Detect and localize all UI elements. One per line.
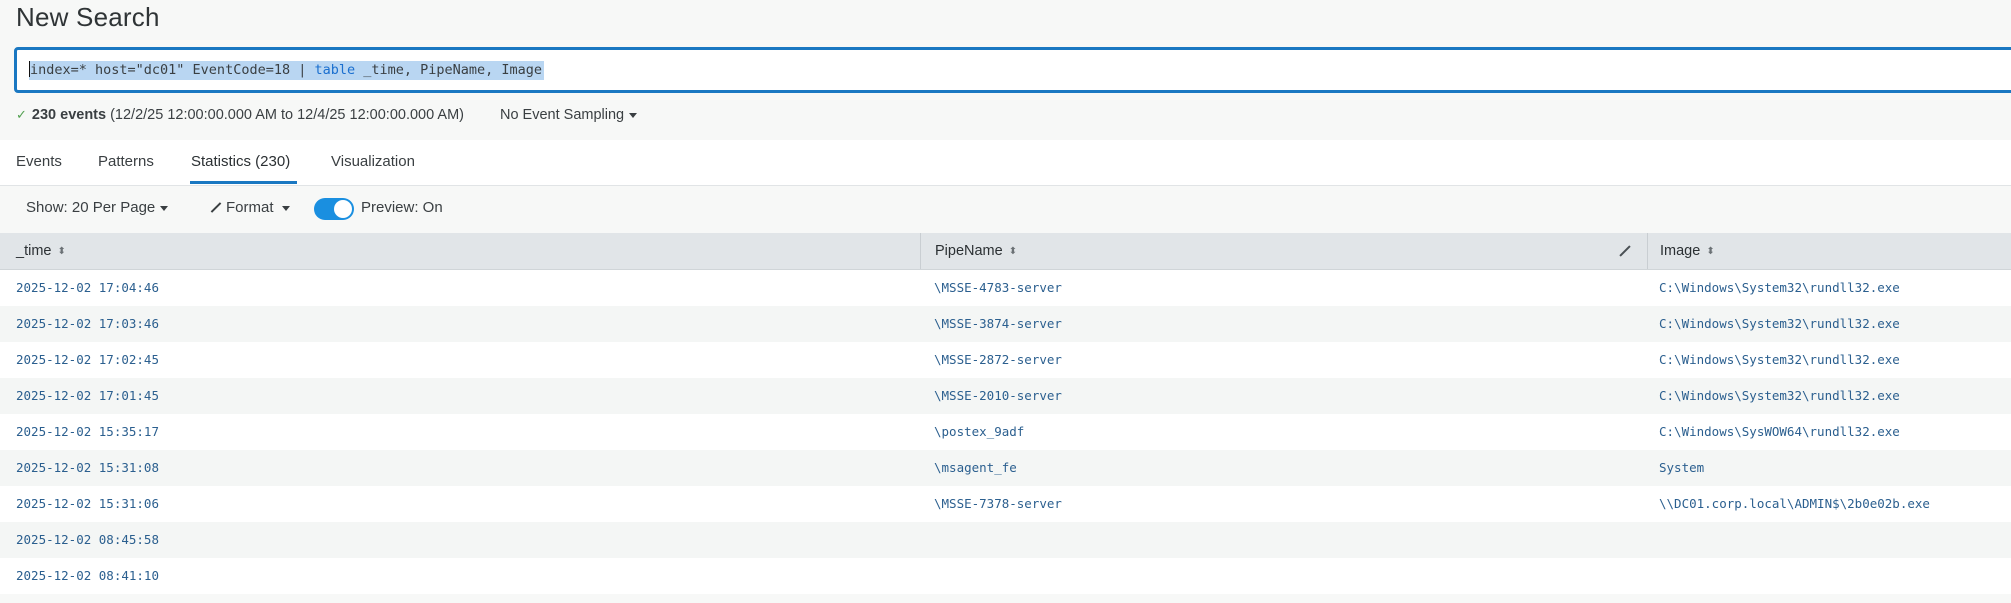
pencil-icon xyxy=(210,202,221,213)
cell-time[interactable]: 2025-12-02 08:45:58 xyxy=(16,522,159,558)
sort-icon: ⬍ xyxy=(1008,245,1018,257)
table-row: 2025-12-02 08:45:58 xyxy=(0,522,2011,558)
table-row: 2025-12-02 17:04:46 \MSSE-4783-server C:\W… xyxy=(0,270,2011,306)
cell-time[interactable]: 2025-12-02 15:35:17 xyxy=(16,414,159,450)
cell-image[interactable]: C:\Windows\System32\rundll32.exe xyxy=(1659,270,1900,306)
table-header: _time ⬍ PipeName ⬍ Image ⬍ xyxy=(0,233,2011,270)
search-bar[interactable]: index=* host="dc01" EventCode=18 | table… xyxy=(14,47,2011,93)
sort-icon: ⬍ xyxy=(1706,245,1715,257)
sort-icon: ⬍ xyxy=(57,245,66,257)
cell-time[interactable]: 2025-12-02 17:02:45 xyxy=(16,342,159,378)
show-per-page-label: Show: 20 Per Page xyxy=(26,199,156,216)
chevron-down-icon xyxy=(281,205,290,211)
table-row: 2025-12-02 17:01:45 \MSSE-2010-server C:\W… xyxy=(0,378,2011,414)
cell-time[interactable]: 2025-12-02 15:31:06 xyxy=(16,486,159,522)
preview-label: Preview: On xyxy=(361,199,443,216)
tab-patterns[interactable]: Patterns xyxy=(98,153,154,170)
table-row: 2025-12-02 17:03:46 \MSSE-3874-server C:\W… xyxy=(0,306,2011,342)
page-title: New Search xyxy=(16,2,160,32)
format-dropdown[interactable]: Format xyxy=(210,199,290,216)
table-row: 2025-12-02 15:31:08 \msagent_fe System xyxy=(0,450,2011,486)
cell-time[interactable]: 2025-12-02 17:01:45 xyxy=(16,378,159,414)
cell-image[interactable]: \\DC01.corp.local\ADMIN$\2b0e02b.exe xyxy=(1659,486,1930,522)
active-tab-indicator xyxy=(190,181,297,184)
tab-visualization[interactable]: Visualization xyxy=(331,153,415,170)
query-suffix: _time, PipeName, Image xyxy=(355,62,543,78)
results-toolbar: Show: 20 Per Page Format Preview: On xyxy=(0,186,2011,232)
table-row: 2025-12-02 15:31:06 \MSSE-7378-server \\DC… xyxy=(0,486,2011,522)
cell-pipename[interactable]: \postex_9adf xyxy=(934,414,1024,450)
query-command: table xyxy=(314,62,356,78)
cell-time[interactable]: 2025-12-02 17:03:46 xyxy=(16,306,159,342)
event-sampling-label: No Event Sampling xyxy=(499,107,625,123)
table-row: 2025-12-02 15:35:17 \postex_9adf C:\Window… xyxy=(0,414,2011,450)
search-query-input[interactable]: index=* host="dc01" EventCode=18 | table… xyxy=(29,61,545,80)
table-row: 2025-12-02 08:41:10 xyxy=(0,558,2011,594)
tab-statistics[interactable]: Statistics (230) xyxy=(191,153,290,170)
edit-column-icon[interactable] xyxy=(1619,245,1631,257)
cell-time[interactable]: 2025-12-02 08:41:10 xyxy=(16,558,159,594)
cell-time[interactable]: 2025-12-02 15:31:08 xyxy=(16,450,159,486)
column-header-pipename[interactable]: PipeName ⬍ xyxy=(920,233,1647,269)
cell-pipename[interactable]: \msagent_fe xyxy=(934,450,1017,486)
query-prefix: index=* host="dc01" EventCode=18 | xyxy=(30,62,315,78)
table-body: 2025-12-02 17:04:46 \MSSE-4783-server C:\W… xyxy=(0,270,2011,594)
show-per-page-dropdown[interactable]: Show: 20 Per Page xyxy=(26,199,169,216)
cell-image[interactable]: C:\Windows\System32\rundll32.exe xyxy=(1659,378,1900,414)
cell-image[interactable]: C:\Windows\SysWOW64\rundll32.exe xyxy=(1659,414,1900,450)
cell-pipename[interactable]: \MSSE-3874-server xyxy=(934,306,1062,342)
tab-events[interactable]: Events xyxy=(16,153,62,170)
cell-image[interactable]: System xyxy=(1659,450,1704,486)
cell-image[interactable]: C:\Windows\System32\rundll32.exe xyxy=(1659,306,1900,342)
cell-pipename[interactable]: \MSSE-2010-server xyxy=(934,378,1062,414)
event-sampling-dropdown[interactable]: No Event Sampling xyxy=(499,107,638,123)
results-tabs: Events Patterns Statistics (230) Visuali… xyxy=(0,140,2011,186)
search-status: ✓ 230 events (12/2/25 12:00:00.000 AM to… xyxy=(16,107,638,123)
preview-toggle[interactable] xyxy=(314,198,354,220)
column-header-image[interactable]: Image ⬍ xyxy=(1647,233,2011,269)
cell-pipename[interactable]: \MSSE-2872-server xyxy=(934,342,1062,378)
table-row: 2025-12-02 17:02:45 \MSSE-2872-server C:\W… xyxy=(0,342,2011,378)
chevron-down-icon xyxy=(629,113,638,118)
column-header-time[interactable]: _time ⬍ xyxy=(0,233,920,269)
check-icon: ✓ xyxy=(16,107,27,122)
cell-pipename[interactable]: \MSSE-7378-server xyxy=(934,486,1062,522)
statistics-table: _time ⬍ PipeName ⬍ Image ⬍ 2025-12-02 17… xyxy=(0,233,2011,594)
time-range: (12/2/25 12:00:00.000 AM to 12/4/25 12:0… xyxy=(110,107,464,123)
cell-pipename[interactable]: \MSSE-4783-server xyxy=(934,270,1062,306)
toggle-knob xyxy=(334,200,352,218)
cell-time[interactable]: 2025-12-02 17:04:46 xyxy=(16,270,159,306)
chevron-down-icon xyxy=(160,205,169,211)
cell-image[interactable]: C:\Windows\System32\rundll32.exe xyxy=(1659,342,1900,378)
format-label: Format xyxy=(226,199,274,216)
event-count: 230 events xyxy=(31,107,107,123)
